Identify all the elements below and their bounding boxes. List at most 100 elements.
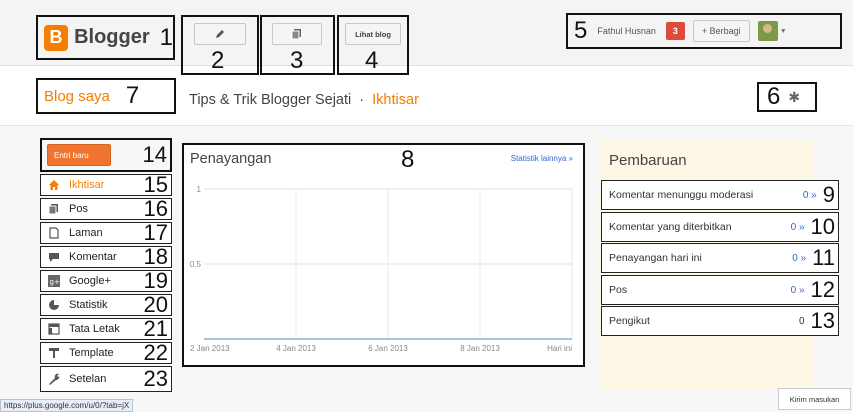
avatar[interactable] xyxy=(757,21,778,41)
logo-text: Blogger xyxy=(74,26,150,48)
page-title: Ikhtisar xyxy=(372,92,419,108)
callout-number: 10 xyxy=(810,214,835,239)
callout-number: 11 xyxy=(812,245,835,270)
update-label: Penayangan hari ini xyxy=(609,252,702,264)
callout-number: 4 xyxy=(365,47,379,74)
update-row-followers: Pengikut 0 13 xyxy=(601,306,839,336)
breadcrumb-separator: · xyxy=(359,92,365,108)
sidebar-item-comments[interactable]: Komentar 18 xyxy=(40,246,172,268)
update-count: 0 xyxy=(798,315,805,327)
template-icon xyxy=(47,346,61,360)
callout-number: 6 xyxy=(767,83,781,110)
status-bar-url: https://plus.google.com/u/0/?tab=jX xyxy=(0,399,134,412)
sidebar-item-label: Setelan xyxy=(69,373,107,385)
update-count[interactable]: 0 » xyxy=(803,190,817,201)
update-row-posts[interactable]: Pos 0 » 12 xyxy=(601,275,839,305)
callout-number: 20 xyxy=(143,292,168,317)
view-blog-callout: Lihat blog 4 xyxy=(337,15,409,75)
feedback-button[interactable]: Kirim masukan xyxy=(778,388,851,410)
new-post-button[interactable]: Entri baru xyxy=(47,144,111,166)
sidebar-item-posts[interactable]: Pos 16 xyxy=(40,198,172,220)
chevron-down-icon[interactable]: ▼ xyxy=(780,28,787,35)
gear-icon[interactable]: ✱ xyxy=(788,89,800,106)
posts-toolbar-callout: 3 xyxy=(260,15,335,75)
sidebar-item-layout[interactable]: Tata Letak 21 xyxy=(40,318,172,340)
callout-number: 14 xyxy=(142,142,167,167)
update-label: Komentar yang diterbitkan xyxy=(609,221,732,233)
sidebar-item-pages[interactable]: Laman 17 xyxy=(40,222,172,244)
more-stats-link[interactable]: Statistik lainnya » xyxy=(511,154,573,163)
callout-number: 23 xyxy=(143,366,168,391)
sidebar-item-label: Template xyxy=(69,347,114,359)
sidebar-item-stats[interactable]: Statistik 20 xyxy=(40,294,172,316)
x-tick-label: 8 Jan 2013 xyxy=(460,344,500,353)
stats-panel: Penayangan 8 Statistik lainnya » 1 0.5 2 J… xyxy=(182,143,585,367)
updates-title: Pembaruan xyxy=(609,152,687,169)
update-row-published-comments[interactable]: Komentar yang diterbitkan 0 » 10 xyxy=(601,212,839,242)
callout-number: 13 xyxy=(810,308,835,333)
callout-number: 5 xyxy=(574,17,588,44)
y-tick-label: 1 xyxy=(197,185,202,194)
callout-number: 1 xyxy=(159,23,173,51)
stats-icon xyxy=(47,298,61,312)
my-blogs-link[interactable]: Blog saya xyxy=(44,88,110,105)
callout-number: 21 xyxy=(143,316,168,341)
sidebar-item-template[interactable]: Template 22 xyxy=(40,342,172,364)
y-tick-label: 0.5 xyxy=(190,260,202,269)
callout-number: 17 xyxy=(143,220,168,245)
update-row-pageviews-today[interactable]: Penayangan hari ini 0 » 11 xyxy=(601,243,839,273)
user-name-link[interactable]: Fathul Husnan xyxy=(597,26,656,36)
new-post-toolbar-callout: 2 xyxy=(181,15,259,75)
posts-list-button[interactable] xyxy=(272,23,322,45)
blog-title-breadcrumb: Tips & Trik Blogger Sejati · Ikhtisar xyxy=(189,92,419,108)
callout-number: 16 xyxy=(143,196,168,221)
callout-number: 19 xyxy=(143,268,168,293)
x-tick-label: 2 Jan 2013 xyxy=(190,344,230,353)
pageviews-chart: 1 0.5 2 Jan 2013 4 Jan 2013 6 Jan 2013 8 Jan … xyxy=(190,185,573,353)
sidebar-item-settings[interactable]: Setelan 23 xyxy=(40,366,172,392)
page-icon xyxy=(47,226,61,240)
callout-number: 18 xyxy=(143,244,168,269)
stats-title: Penayangan xyxy=(190,151,272,167)
callout-number: 2 xyxy=(211,47,225,74)
copy-icon xyxy=(291,29,301,40)
update-count[interactable]: 0 » xyxy=(791,285,805,296)
sidebar-item-overview[interactable]: Ikhtisar 15 xyxy=(40,174,172,196)
callout-number: 15 xyxy=(143,172,168,197)
blog-title[interactable]: Tips & Trik Blogger Sejati xyxy=(189,92,351,108)
callout-number: 9 xyxy=(822,182,835,207)
wrench-icon xyxy=(47,372,61,386)
update-count[interactable]: 0 » xyxy=(792,253,806,264)
blogger-logo-icon: B xyxy=(44,24,69,51)
share-button[interactable]: + Berbagi xyxy=(692,20,750,42)
callout-number: 3 xyxy=(290,47,304,74)
callout-number: 7 xyxy=(125,82,140,109)
sidebar-item-label: Tata Letak xyxy=(69,323,120,335)
sidebar-item-label: Google+ xyxy=(69,275,111,287)
sidebar-item-google-plus[interactable]: g+ Google+ 19 xyxy=(40,270,172,292)
my-blogs-callout: Blog saya 7 xyxy=(36,78,176,114)
update-count[interactable]: 0 » xyxy=(791,222,805,233)
x-tick-label: 6 Jan 2013 xyxy=(368,344,408,353)
account-callout: 5 Fathul Husnan 3 + Berbagi ▼ xyxy=(566,13,842,49)
google-plus-icon: g+ xyxy=(47,274,61,288)
sidebar-item-label: Komentar xyxy=(69,251,117,263)
callout-number: 12 xyxy=(810,277,835,302)
sidebar-item-label: Statistik xyxy=(69,299,108,311)
update-row-pending-comments[interactable]: Komentar menunggu moderasi 0 » 9 xyxy=(601,180,839,210)
layout-icon xyxy=(47,322,61,336)
view-blog-button[interactable]: Lihat blog xyxy=(345,23,401,45)
x-tick-label: 4 Jan 2013 xyxy=(276,344,316,353)
logo-callout[interactable]: B Blogger 1 xyxy=(36,15,175,60)
comment-icon xyxy=(47,250,61,264)
posts-icon xyxy=(47,202,61,216)
x-tick-label: Hari ini xyxy=(547,344,572,353)
new-post-pencil-button[interactable] xyxy=(194,23,246,45)
update-label: Komentar menunggu moderasi xyxy=(609,189,754,201)
update-label: Pengikut xyxy=(609,315,650,327)
update-label: Pos xyxy=(609,284,628,296)
sidebar-item-label: Laman xyxy=(69,227,103,239)
sidebar-item-label: Pos xyxy=(69,203,88,215)
new-post-callout: Entri baru 14 xyxy=(40,138,172,172)
notifications-badge[interactable]: 3 xyxy=(665,22,685,40)
